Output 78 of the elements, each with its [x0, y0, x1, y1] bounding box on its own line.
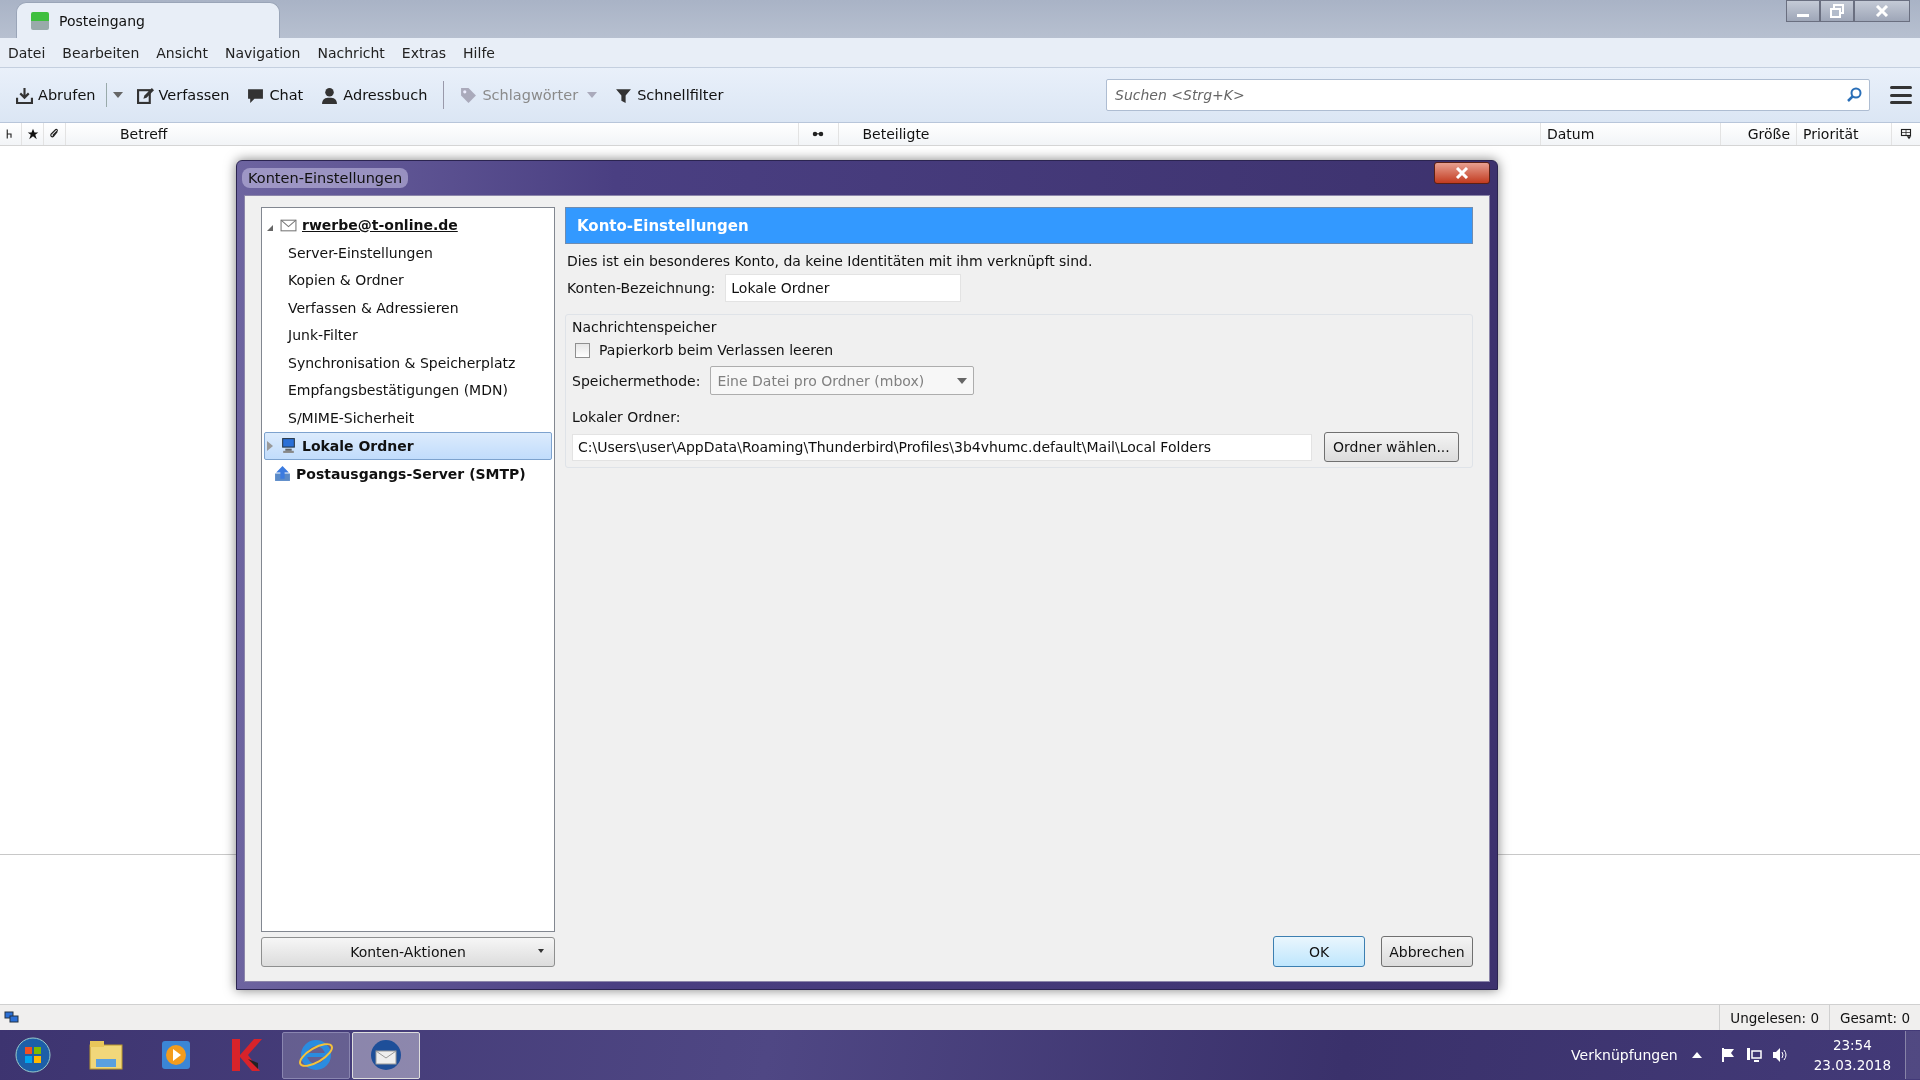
column-picker-icon[interactable] — [1900, 128, 1912, 140]
menu-item[interactable]: Hilfe — [463, 44, 495, 61]
dialog-button[interactable]: OK — [1273, 936, 1365, 967]
window-tab[interactable]: Posteingang — [16, 2, 280, 38]
expanded-triangle-icon[interactable] — [267, 225, 273, 231]
toolbar-button[interactable]: Schnellfilter — [607, 82, 732, 108]
toolbar-button[interactable]: Abrufen — [8, 82, 104, 108]
tree-item[interactable]: S/MIME-Sicherheit — [264, 404, 415, 432]
download-icon — [16, 86, 33, 104]
upload-icon — [274, 465, 291, 482]
menu-item[interactable]: Ansicht — [156, 44, 208, 61]
chevron-up-icon[interactable] — [1691, 1052, 1702, 1058]
pencil-icon — [136, 86, 154, 104]
restore-button[interactable] — [1820, 0, 1854, 22]
speech-bubble-icon — [247, 86, 265, 104]
account-actions-button[interactable]: Konten-Aktionen — [261, 937, 555, 967]
menu-item[interactable]: Navigation — [225, 44, 301, 61]
description-text: Dies ist ein besonderes Konto, da keine Identitäten mit ihm verknüpft sind. — [567, 253, 1094, 269]
caret-icon — [587, 92, 598, 98]
toolbar-button[interactable]: Verfassen — [128, 82, 238, 108]
computers-icon — [4, 1010, 20, 1025]
clock-time[interactable]: 23:54 — [1832, 1035, 1872, 1055]
restore-icon — [1830, 4, 1844, 18]
choose-folder-button[interactable]: Ordner wählen... — [1324, 432, 1459, 462]
network-icon[interactable] — [1745, 1047, 1762, 1063]
name-input[interactable]: Lokale Ordner — [725, 274, 962, 302]
person-icon — [321, 86, 339, 104]
menu-item[interactable]: Extras — [401, 44, 447, 61]
toolbar-button[interactable]: Adressbuch — [313, 82, 436, 108]
field-label: Speichermethode: — [572, 372, 701, 389]
menu-icon[interactable] — [1890, 85, 1912, 105]
taskbar-button[interactable] — [282, 1031, 350, 1079]
toolbar-label[interactable]: Verknüpfungen — [1571, 1047, 1678, 1063]
tree-item[interactable]: Junk-Filter — [264, 321, 358, 349]
close-button[interactable] — [1434, 162, 1490, 184]
minimize-button[interactable] — [1786, 0, 1820, 22]
tree-item[interactable]: Kopien & Ordner — [264, 266, 404, 294]
group-title: Nachrichtenspeicher — [572, 319, 718, 335]
dialog-button[interactable]: Abbrechen — [1381, 936, 1473, 967]
dialog-title: Konten-Einstellungen — [242, 168, 409, 188]
windows-logo-icon — [15, 1037, 51, 1073]
menu-item[interactable]: Nachricht — [317, 44, 385, 61]
tree-item[interactable]: Server-Einstellungen — [264, 239, 433, 267]
folder-path-input[interactable]: C:\Users\user\AppData\Roaming\Thunderbird\Profiles\3b4vhumc.default\Mail\Local Folders — [572, 433, 1312, 461]
menu-item[interactable]: Bearbeiten — [62, 44, 140, 61]
caret-icon — [538, 949, 544, 953]
paperclip-icon[interactable] — [48, 128, 61, 140]
panel-header: Konto-Einstellungen — [565, 207, 1473, 244]
search-field[interactable]: Suchen <Strg+K> — [1106, 79, 1870, 111]
computer-icon — [280, 437, 297, 454]
column-header[interactable]: Betreff — [96, 123, 799, 145]
field-label: Lokaler Ordner: — [572, 409, 682, 425]
star-icon[interactable] — [26, 128, 39, 140]
tag-icon — [460, 86, 478, 104]
tree-item[interactable]: Empfangsbestätigungen (MDN) — [264, 376, 508, 404]
menu-item[interactable]: Datei — [8, 44, 46, 61]
column-header[interactable]: Priorität — [1797, 123, 1892, 145]
window-title: Posteingang — [59, 12, 145, 29]
clock-date[interactable]: 23.03.2018 — [1813, 1055, 1891, 1075]
tree-item[interactable]: Postausgangs-Server (SMTP) — [264, 459, 552, 488]
close-icon — [1455, 167, 1469, 179]
toolbar-button[interactable]: Chat — [239, 82, 312, 108]
column-header[interactable]: Größe — [1721, 123, 1797, 145]
tree-item[interactable]: Lokale Ordner — [264, 431, 552, 460]
speaker-icon[interactable] — [1771, 1047, 1788, 1063]
tree-item[interactable]: rwerbe@t-online.de — [264, 211, 552, 239]
column-header[interactable]: Datum — [1541, 123, 1721, 145]
close-icon — [1875, 5, 1889, 17]
field-label: Konten-Bezeichnung: — [567, 280, 716, 296]
checkbox-label[interactable]: Papierkorb beim Verlassen leeren — [599, 342, 834, 358]
filter-icon — [615, 86, 633, 104]
flag-icon[interactable] — [1719, 1047, 1736, 1063]
tree-item[interactable]: Verfassen & Adressieren — [264, 294, 459, 322]
checkbox[interactable] — [575, 342, 590, 358]
inbox-icon — [31, 11, 49, 30]
column-header[interactable]: Beteiligte — [838, 123, 1541, 145]
search-icon[interactable] — [1846, 87, 1862, 103]
tree-item[interactable]: Synchronisation & Speicherplatz — [264, 349, 516, 377]
